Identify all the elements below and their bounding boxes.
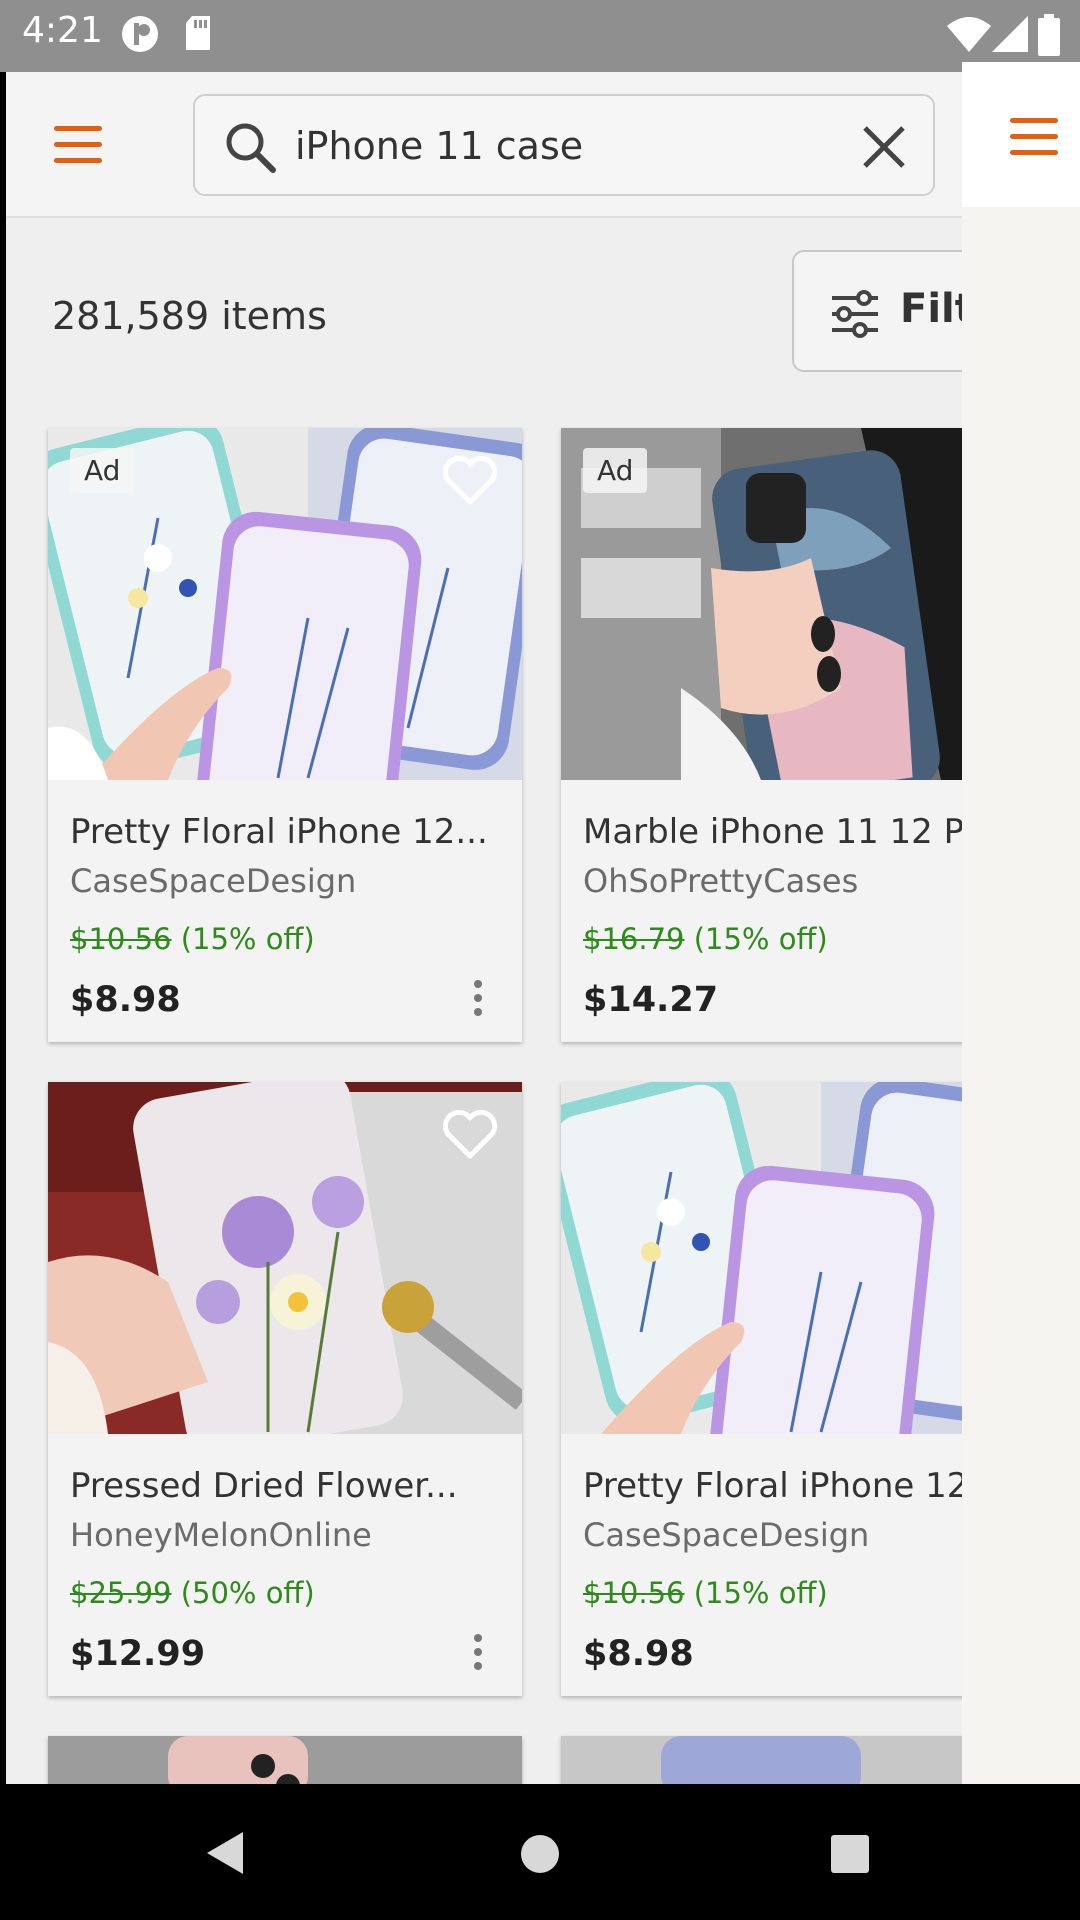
heart-icon[interactable] (442, 1110, 498, 1160)
search-query: iPhone 11 case (295, 124, 584, 168)
product-title: Pretty Floral iPhone 12... (70, 812, 488, 852)
discount-line: $25.99 (50% off) (70, 1576, 315, 1610)
original-price: $25.99 (70, 1576, 172, 1610)
more-vert-icon[interactable] (474, 1634, 482, 1676)
discount-percent: (15% off) (693, 922, 828, 956)
close-icon[interactable] (861, 124, 907, 170)
wifi-icon (947, 17, 991, 52)
product-price: $14.27 (583, 980, 719, 1020)
discount-percent: (15% off) (180, 922, 315, 956)
product-price: $8.98 (70, 980, 181, 1020)
search-input[interactable]: iPhone 11 case (193, 94, 935, 196)
menu-icon[interactable] (1010, 118, 1058, 155)
sd-card-icon (186, 16, 210, 50)
filter-icon (832, 290, 878, 338)
shop-name: OhSoPrettyCases (583, 862, 859, 900)
ad-badge: Ad (70, 448, 135, 493)
search-icon (226, 123, 276, 173)
shop-name: CaseSpaceDesign (583, 1516, 870, 1554)
recents-icon[interactable] (830, 1834, 870, 1874)
product-price: $8.98 (583, 1634, 694, 1674)
product-card[interactable]: Ad Pretty Floral iPhone 12... CaseSpaceD… (48, 428, 522, 1042)
discount-line: $10.56 (15% off) (583, 1576, 828, 1610)
original-price: $10.56 (583, 1576, 685, 1610)
ad-badge: Ad (583, 448, 648, 493)
filter-label: Filt (900, 286, 962, 332)
home-icon[interactable] (520, 1834, 560, 1874)
drawer-header (962, 62, 1080, 207)
product-image (48, 1736, 522, 1784)
system-nav-bar (0, 1784, 1080, 1920)
app-bar: iPhone 11 case (6, 72, 962, 218)
signal-icon (992, 16, 1028, 52)
original-price: $10.56 (70, 922, 172, 956)
battery-icon (1038, 14, 1060, 56)
discount-percent: (50% off) (180, 1576, 315, 1610)
product-image (561, 1082, 962, 1434)
menu-icon[interactable] (54, 126, 102, 163)
original-price: $16.79 (583, 922, 685, 956)
screen: 4:21 iPhone 11 case 281,589 items Fil Ad… (0, 0, 1080, 1920)
app-notification-icon (122, 16, 158, 52)
discount-line: $10.56 (15% off) (70, 922, 315, 956)
product-price: $12.99 (70, 1634, 206, 1674)
product-title: Marble iPhone 11 12 Pr (583, 812, 962, 852)
filter-button[interactable]: Filt (792, 250, 962, 372)
status-bar: 4:21 (0, 0, 1080, 72)
discount-percent: (15% off) (693, 1576, 828, 1610)
product-title: Pretty Floral iPhone 12 (583, 1466, 962, 1506)
product-title: Pressed Dried Flower... (70, 1466, 458, 1506)
results-count: 281,589 items (52, 294, 327, 338)
back-icon[interactable] (203, 1830, 247, 1876)
product-card[interactable] (561, 1736, 962, 1784)
shop-name: HoneyMelonOnline (70, 1516, 372, 1554)
product-image (561, 1736, 962, 1784)
more-vert-icon[interactable] (474, 980, 482, 1022)
product-card[interactable]: Pretty Floral iPhone 12 CaseSpaceDesign … (561, 1082, 962, 1696)
search-results-screen: iPhone 11 case 281,589 items Filt (6, 72, 962, 1784)
discount-line: $16.79 (15% off) (583, 922, 828, 956)
shop-name: CaseSpaceDesign (70, 862, 357, 900)
product-card[interactable]: Ad Marble iPhone 11 12 Pr OhSoPrettyCase… (561, 428, 962, 1042)
navigation-drawer (962, 62, 1080, 1794)
product-card[interactable]: Pressed Dried Flower... HoneyMelonOnline… (48, 1082, 522, 1696)
heart-icon[interactable] (442, 456, 498, 506)
product-card[interactable] (48, 1736, 522, 1784)
status-time: 4:21 (22, 10, 103, 51)
